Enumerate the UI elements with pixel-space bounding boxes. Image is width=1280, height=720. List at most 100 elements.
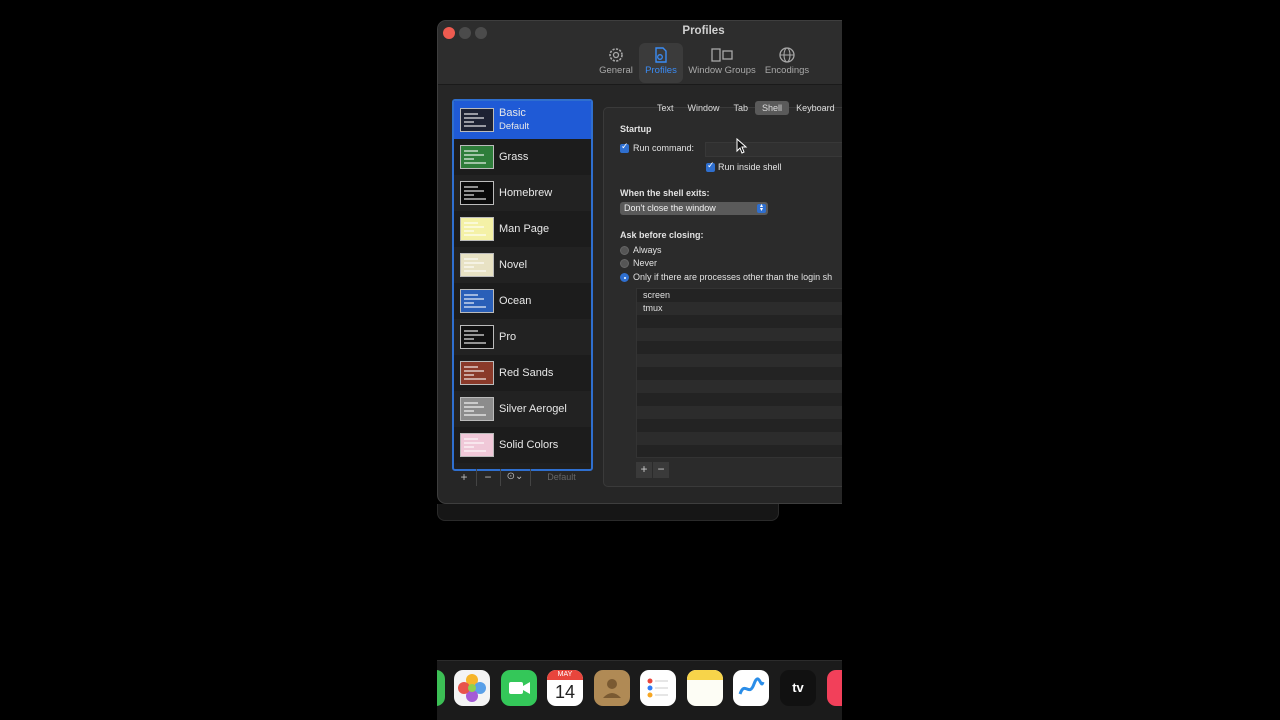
profile-name: Homebrew <box>499 186 553 199</box>
dock-apple-tv-icon[interactable]: tv <box>780 670 816 706</box>
globe-icon <box>779 47 795 63</box>
profile-thumbnail-icon <box>460 145 494 169</box>
dock-reminders-icon[interactable] <box>640 670 676 706</box>
radio-always[interactable] <box>620 246 629 255</box>
profile-item[interactable]: Homebrew <box>454 175 591 211</box>
profile-thumbnail-icon <box>460 289 494 313</box>
remove-profile-button[interactable]: − <box>476 469 501 486</box>
profile-thumbnail-icon <box>460 433 494 457</box>
profile-item[interactable]: Man Page <box>454 211 591 247</box>
tab-window[interactable]: Window <box>681 101 727 115</box>
profile-item[interactable]: Grass <box>454 139 591 175</box>
toolbar-profiles[interactable]: Profiles <box>639 43 683 83</box>
dock-messages-icon[interactable] <box>437 670 445 706</box>
profile-name: Ocean <box>499 294 532 307</box>
profile-thumbnail-icon <box>460 325 494 349</box>
run-inside-shell-label: Run inside shell <box>718 162 782 172</box>
toolbar-window-groups-label: Window Groups <box>688 65 756 76</box>
dock-music-icon[interactable] <box>827 670 842 706</box>
process-row[interactable] <box>637 393 842 406</box>
process-list[interactable]: screen tmux <box>636 288 842 458</box>
profile-name: Solid Colors <box>499 438 559 451</box>
process-row[interactable] <box>637 380 842 393</box>
toolbar-general-label: General <box>599 65 633 76</box>
calendar-day: 14 <box>554 682 576 702</box>
radio-never[interactable] <box>620 259 629 268</box>
checklist-icon <box>647 678 668 698</box>
screen-area: Profiles General Profiles Window Groups … <box>437 0 842 720</box>
tab-shell[interactable]: Shell <box>755 101 790 115</box>
dock-facetime-icon[interactable] <box>501 670 537 706</box>
profile-item[interactable]: Ocean <box>454 283 591 319</box>
profile-thumbnail-icon <box>460 361 494 385</box>
dock-photos-icon[interactable] <box>454 670 490 706</box>
dock-calendar-icon[interactable]: MAY 14 <box>547 670 583 706</box>
toolbar-encodings[interactable]: Encodings <box>762 43 812 83</box>
profile-item[interactable]: Red Sands <box>454 355 591 391</box>
photos-flower-icon <box>458 674 486 702</box>
radio-only-if-processes[interactable] <box>620 273 629 282</box>
profiles-list-toolbar: + − ⊙⌄ Default <box>452 469 593 486</box>
profile-item[interactable]: Basic Default <box>454 101 591 139</box>
process-row[interactable]: tmux <box>637 302 842 315</box>
tab-keyboard[interactable]: Keyboard <box>789 101 842 115</box>
profile-actions-menu[interactable]: ⊙⌄ <box>500 469 531 486</box>
set-default-button[interactable]: Default <box>530 469 593 486</box>
shell-exit-popup[interactable]: Don't close the window ▴ ▾ <box>620 202 768 215</box>
freeform-scribble-icon <box>738 677 765 695</box>
process-row[interactable] <box>637 354 842 367</box>
toolbar-profiles-label: Profiles <box>645 65 677 76</box>
shell-exit-heading: When the shell exits: <box>620 188 710 198</box>
ask-before-closing-heading: Ask before closing: <box>620 230 704 240</box>
process-row[interactable]: screen <box>637 289 842 302</box>
startup-heading: Startup <box>620 124 652 134</box>
calendar-month: MAY <box>547 670 583 680</box>
shell-exit-value: Don't close the window <box>624 203 716 213</box>
run-command-input[interactable] <box>705 142 842 157</box>
profiles-list[interactable]: Basic Default Grass Homebrew Man Page Novel Oc… <box>452 99 593 471</box>
dock: MAY 14 tv <box>437 660 842 720</box>
remove-process-button[interactable]: − <box>653 462 669 478</box>
process-row[interactable] <box>637 367 842 380</box>
process-row[interactable] <box>637 341 842 354</box>
profile-name: Pro <box>499 330 517 343</box>
video-camera-icon <box>509 682 530 694</box>
toolbar-general[interactable]: General <box>596 43 636 83</box>
dock-freeform-icon[interactable] <box>733 670 769 706</box>
process-row[interactable] <box>637 315 842 328</box>
profile-name: Red Sands <box>499 366 554 379</box>
profile-item[interactable]: Novel <box>454 247 591 283</box>
add-profile-button[interactable]: + <box>452 469 477 486</box>
process-row[interactable] <box>637 419 842 432</box>
settings-tabs: Text Window Tab Shell Keyboard <box>650 101 842 115</box>
profile-item[interactable]: Solid Colors <box>454 427 591 463</box>
window-titlebar: Profiles General Profiles Window Groups … <box>438 21 842 85</box>
run-command-label: Run command: <box>633 143 695 153</box>
process-row[interactable] <box>637 445 842 457</box>
mouse-cursor-icon <box>736 138 748 154</box>
gear-icon <box>609 48 623 62</box>
run-command-checkbox[interactable] <box>620 141 629 153</box>
profile-item[interactable]: Silver Aerogel <box>454 391 591 427</box>
run-inside-shell-checkbox[interactable] <box>706 160 715 172</box>
profile-name: Man Page <box>499 222 550 235</box>
profile-thumbnail-icon <box>460 217 494 241</box>
process-row[interactable] <box>637 328 842 341</box>
profile-document-icon <box>655 47 667 63</box>
notes-header-strip <box>687 670 723 680</box>
toolbar-window-groups[interactable]: Window Groups <box>686 43 758 83</box>
add-process-button[interactable]: + <box>636 462 652 478</box>
dock-notes-icon[interactable] <box>687 670 723 706</box>
process-row[interactable] <box>637 432 842 445</box>
tab-tab[interactable]: Tab <box>727 101 756 115</box>
tab-text[interactable]: Text <box>650 101 681 115</box>
window-groups-icon <box>711 48 733 62</box>
profile-name: Novel <box>499 258 528 271</box>
toolbar-encodings-label: Encodings <box>764 65 810 76</box>
dock-contacts-icon[interactable] <box>594 670 630 706</box>
process-row[interactable] <box>637 406 842 419</box>
window-title: Profiles <box>682 25 725 37</box>
profile-item[interactable]: Pro <box>454 319 591 355</box>
profile-thumbnail-icon <box>460 108 494 132</box>
person-icon <box>603 679 621 698</box>
